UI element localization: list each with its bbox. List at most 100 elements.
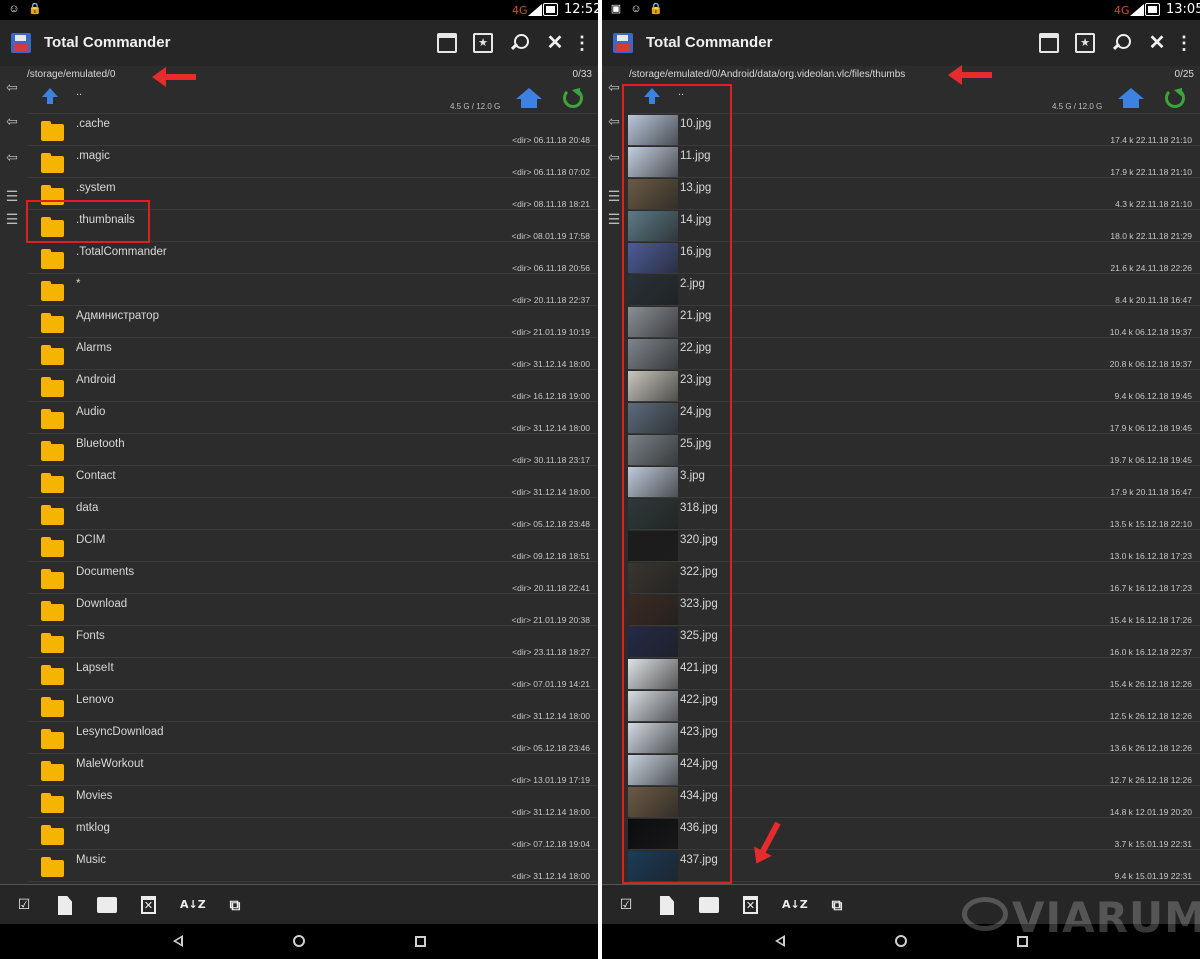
file-name: Android bbox=[76, 374, 116, 386]
nav-back-icon[interactable] bbox=[775, 935, 785, 947]
file-meta: 16.7 k 16.12.18 17:23 bbox=[1109, 583, 1192, 593]
new-file-icon[interactable] bbox=[58, 896, 72, 915]
folder-icon bbox=[41, 441, 64, 461]
file-meta: <dir> 08.01.19 17:58 bbox=[511, 231, 590, 241]
folder-row[interactable]: Audio <dir> 31.12.14 18:00 bbox=[28, 402, 598, 434]
folder-row[interactable]: Bluetooth <dir> 30.11.18 23:17 bbox=[28, 434, 598, 466]
folder-row[interactable]: MaleWorkout <dir> 13.01.19 17:19 bbox=[28, 754, 598, 786]
file-name: LapseIt bbox=[76, 662, 114, 674]
folder-row[interactable]: LesyncDownload <dir> 05.12.18 23:46 bbox=[28, 722, 598, 754]
file-meta: <dir> 05.12.18 23:46 bbox=[511, 743, 590, 753]
app-title: Total Commander bbox=[646, 34, 773, 51]
file-meta: 17.9 k 20.11.18 16:47 bbox=[1110, 487, 1192, 497]
folder-row[interactable]: Movies <dir> 31.12.14 18:00 bbox=[28, 786, 598, 818]
select-icon[interactable]: ☑ bbox=[615, 894, 637, 916]
nav-recent-icon[interactable] bbox=[415, 936, 426, 947]
folder-row[interactable]: Download <dir> 21.01.19 20:38 bbox=[28, 594, 598, 626]
folder-icon bbox=[41, 857, 64, 877]
file-meta: <dir> 31.12.14 18:00 bbox=[511, 807, 590, 817]
folder-row[interactable]: LapseIt <dir> 07.01.19 14:21 bbox=[28, 658, 598, 690]
menu-lines-icon[interactable]: ☰ bbox=[606, 212, 622, 226]
new-folder-icon[interactable] bbox=[97, 897, 117, 913]
file-name: * bbox=[76, 278, 81, 290]
folder-row[interactable]: Music <dir> 31.12.14 18:00 bbox=[28, 850, 598, 882]
folder-row[interactable]: Documents <dir> 20.11.18 22:41 bbox=[28, 562, 598, 594]
folder-row[interactable]: data <dir> 05.12.18 23:48 bbox=[28, 498, 598, 530]
search-icon[interactable] bbox=[509, 33, 529, 53]
status-bar: ☺ 🔒 4G 12:52 bbox=[0, 0, 598, 20]
close-icon[interactable]: ✕ bbox=[545, 33, 565, 53]
back-arrow-icon[interactable]: ⇦ bbox=[4, 150, 20, 164]
file-name: Documents bbox=[76, 566, 135, 578]
folder-row[interactable]: Contact <dir> 31.12.14 18:00 bbox=[28, 466, 598, 498]
folder-row[interactable]: DCIM <dir> 09.12.18 18:51 bbox=[28, 530, 598, 562]
folder-icon bbox=[41, 793, 64, 813]
menu-lines-icon[interactable]: ☰ bbox=[4, 212, 20, 226]
back-arrow-icon[interactable]: ⇦ bbox=[4, 114, 20, 128]
folder-row[interactable]: Android <dir> 16.12.18 19:00 bbox=[28, 370, 598, 402]
file-name: Lenovo bbox=[76, 694, 114, 706]
back-arrow-icon[interactable]: ⇦ bbox=[4, 80, 20, 94]
bookmark-icon[interactable]: ★ bbox=[473, 33, 493, 53]
folder-row[interactable]: Alarms <dir> 31.12.14 18:00 bbox=[28, 338, 598, 370]
clock: 13:05 bbox=[1166, 2, 1200, 17]
folder-row[interactable]: Администратор <dir> 21.01.19 10:19 bbox=[28, 306, 598, 338]
file-name: DCIM bbox=[76, 534, 106, 546]
folder-row[interactable]: Fonts <dir> 23.11.18 18:27 bbox=[28, 626, 598, 658]
file-meta: 17.4 k 22.11.18 21:10 bbox=[1110, 135, 1192, 145]
delete-icon[interactable]: ✕ bbox=[141, 896, 156, 914]
folder-icon bbox=[41, 249, 64, 269]
folder-row[interactable]: mtklog <dir> 07.12.18 19:04 bbox=[28, 818, 598, 850]
copy-move-icon[interactable]: ⧉ bbox=[224, 894, 246, 916]
sort-icon[interactable]: A↓Z bbox=[180, 894, 206, 916]
left-screen: ☺ 🔒 4G 12:52 Total Commander ★ ✕ ⋮ /stor… bbox=[0, 0, 598, 959]
watermark-logo bbox=[962, 897, 1008, 931]
signal-icon bbox=[1130, 4, 1144, 16]
folder-row[interactable]: .cache <dir> 06.11.18 20:48 bbox=[28, 114, 598, 146]
current-path[interactable]: /storage/emulated/0 bbox=[27, 69, 115, 80]
folder-row[interactable]: Lenovo <dir> 31.12.14 18:00 bbox=[28, 690, 598, 722]
up-arrow-icon bbox=[42, 88, 58, 106]
delete-icon[interactable]: ✕ bbox=[743, 896, 758, 914]
folder-row[interactable]: .TotalCommander <dir> 06.11.18 20:56 bbox=[28, 242, 598, 274]
folder-row[interactable]: .magic <dir> 06.11.18 07:02 bbox=[28, 146, 598, 178]
file-name: Alarms bbox=[76, 342, 112, 354]
nav-home-icon[interactable] bbox=[293, 935, 305, 947]
nav-back-icon[interactable] bbox=[173, 935, 183, 947]
new-file-icon[interactable] bbox=[660, 896, 674, 915]
more-menu-icon[interactable]: ⋮ bbox=[572, 33, 592, 53]
sort-icon[interactable]: A↓Z bbox=[782, 894, 808, 916]
file-meta: 8.4 k 20.11.18 16:47 bbox=[1115, 295, 1192, 305]
folder-row[interactable]: * <dir> 20.11.18 22:37 bbox=[28, 274, 598, 306]
folder-icon[interactable] bbox=[437, 33, 457, 53]
folder-icon bbox=[41, 153, 64, 173]
bookmark-icon[interactable]: ★ bbox=[1075, 33, 1095, 53]
file-name: Movies bbox=[76, 790, 113, 802]
current-path[interactable]: /storage/emulated/0/Android/data/org.vid… bbox=[629, 69, 905, 80]
file-meta: <dir> 31.12.14 18:00 bbox=[511, 487, 590, 497]
search-icon[interactable] bbox=[1111, 33, 1131, 53]
more-menu-icon[interactable]: ⋮ bbox=[1174, 33, 1194, 53]
parent-dir-row[interactable]: .. bbox=[28, 86, 598, 114]
battery-icon bbox=[1145, 3, 1160, 16]
back-arrow-icon[interactable]: ⇦ bbox=[606, 150, 622, 164]
folder-icon bbox=[41, 601, 64, 621]
battery-icon bbox=[543, 3, 558, 16]
back-arrow-icon[interactable]: ⇦ bbox=[606, 80, 622, 94]
folder-icon[interactable] bbox=[1039, 33, 1059, 53]
menu-lines-icon[interactable]: ☰ bbox=[606, 189, 622, 203]
new-folder-icon[interactable] bbox=[699, 897, 719, 913]
back-arrow-icon[interactable]: ⇦ bbox=[606, 114, 622, 128]
file-meta: <dir> 09.12.18 18:51 bbox=[511, 551, 590, 561]
menu-lines-icon[interactable]: ☰ bbox=[4, 189, 20, 203]
file-name: LesyncDownload bbox=[76, 726, 164, 738]
close-icon[interactable]: ✕ bbox=[1147, 33, 1167, 53]
file-meta: 12.7 k 26.12.18 12:26 bbox=[1109, 775, 1192, 785]
file-name: Администратор bbox=[76, 310, 159, 322]
file-meta: <dir> 31.12.14 18:00 bbox=[511, 871, 590, 881]
file-meta: <dir> 30.11.18 23:17 bbox=[512, 455, 590, 465]
nav-home-icon[interactable] bbox=[895, 935, 907, 947]
file-meta: 3.7 k 15.01.19 22:31 bbox=[1114, 839, 1192, 849]
select-icon[interactable]: ☑ bbox=[13, 894, 35, 916]
copy-move-icon[interactable]: ⧉ bbox=[826, 894, 848, 916]
